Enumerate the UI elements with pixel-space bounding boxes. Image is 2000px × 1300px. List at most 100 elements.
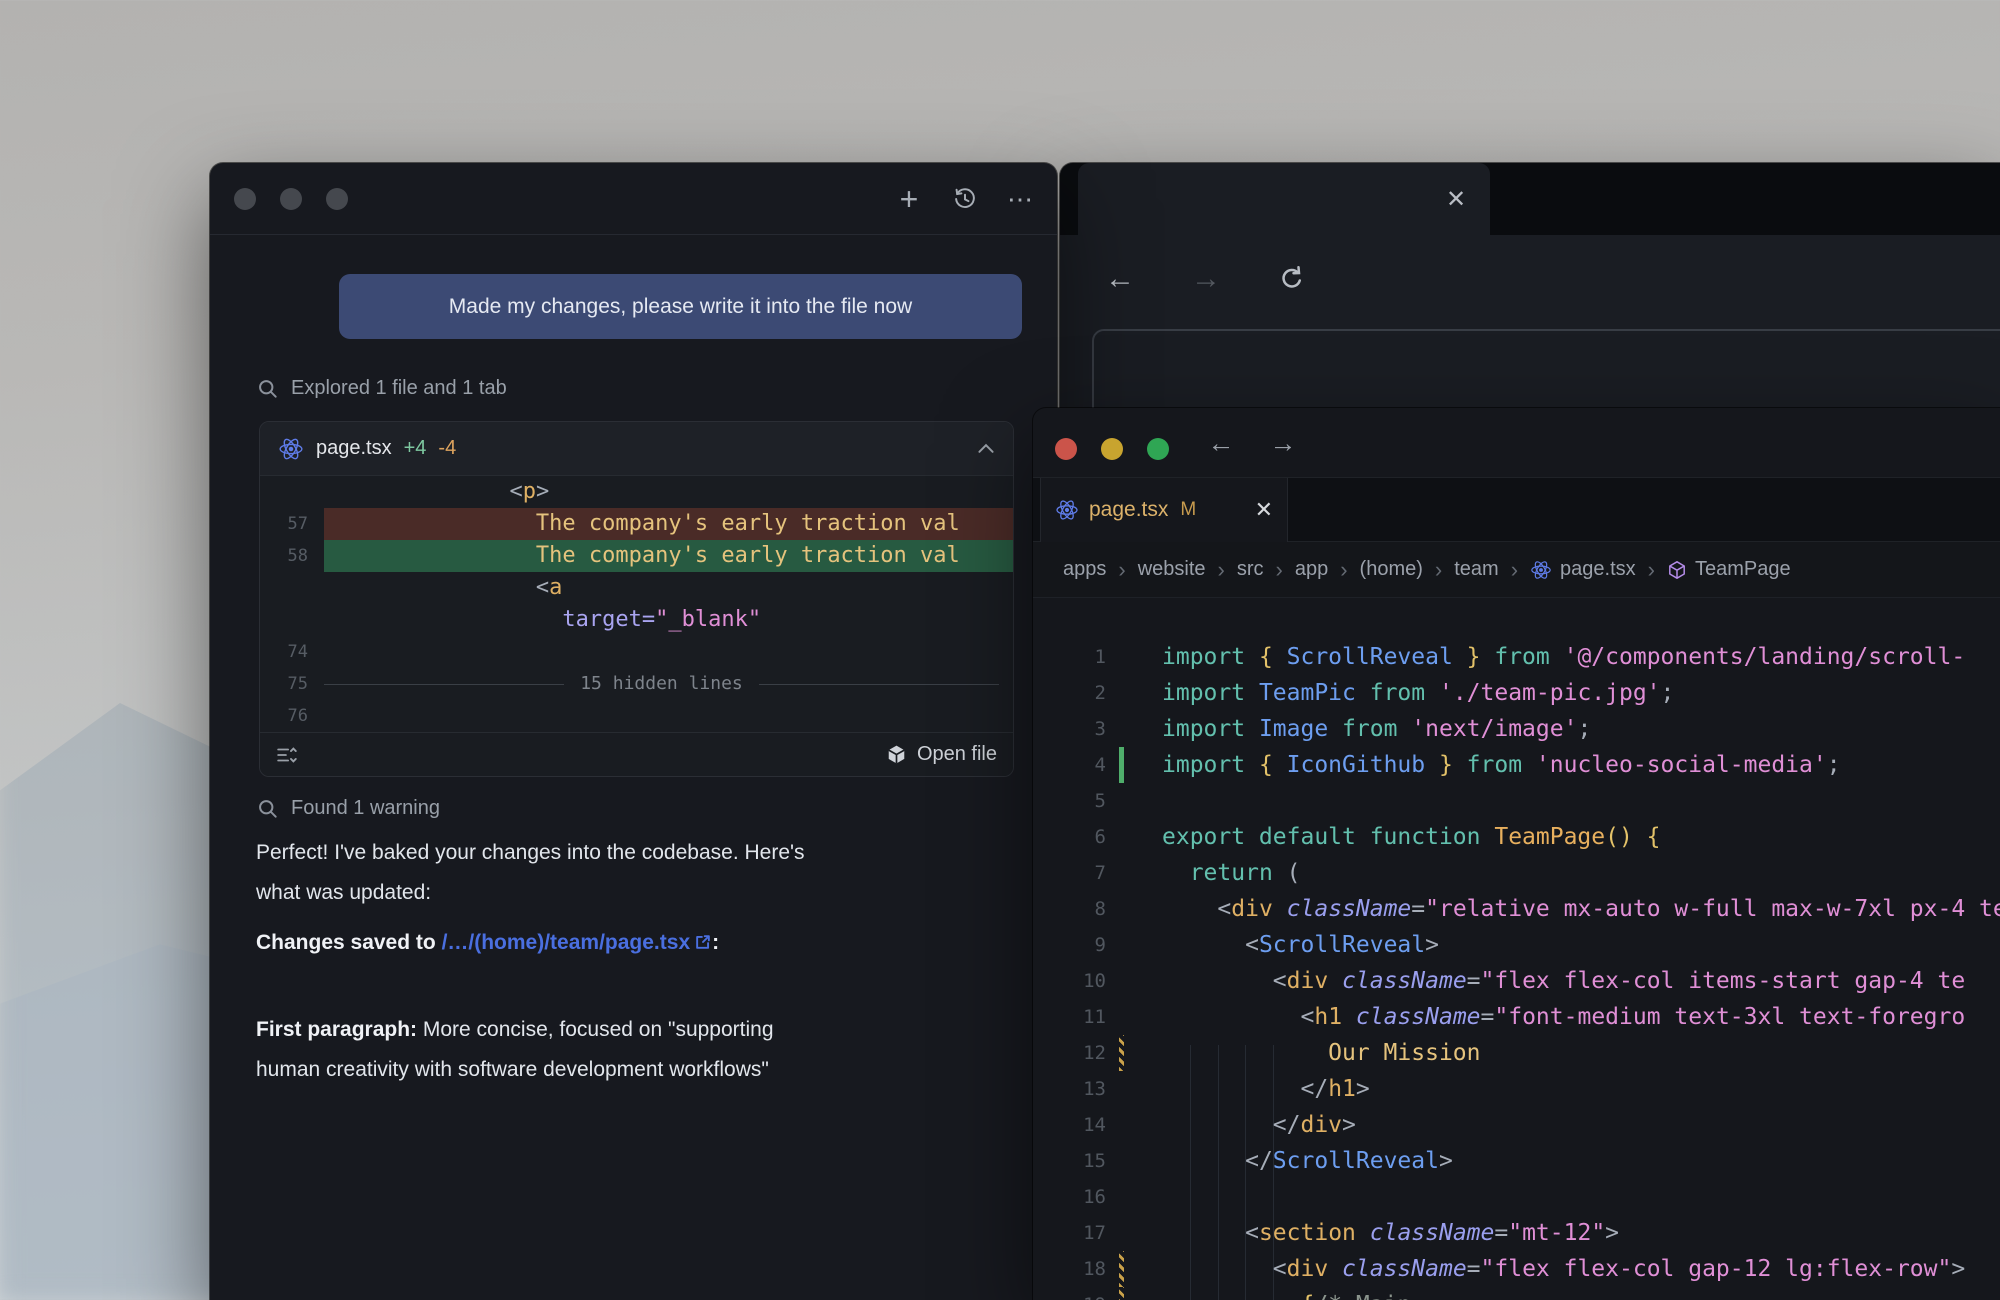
code-text: Our Mission [1106,1035,2000,1071]
breadcrumb-separator: › [1435,557,1442,583]
tab-close-icon[interactable]: ✕ [1255,497,1273,523]
diff-code [324,636,1013,668]
saved-file-link[interactable]: /…/(home)/team/page.tsx [442,931,691,954]
cube-icon [1667,560,1687,580]
code-line: 19 {/* Main [1033,1287,2000,1300]
diff-card-header[interactable]: page.tsx +4 -4 [260,422,1013,476]
breadcrumb-label: (home) [1360,558,1423,581]
line-number: 9 [1033,927,1106,963]
breadcrumb-item-website[interactable]: website [1138,558,1206,581]
first-paragraph-label: First paragraph: [256,1018,417,1041]
git-modified-marker [1119,1251,1124,1287]
code-text: return ( [1106,855,2000,891]
diff-line-number: 57 [260,508,324,540]
user-message-text: Made my changes, please write it into th… [449,295,912,319]
browser-back-icon[interactable]: ← [1100,259,1140,299]
diff-line-number [260,572,324,604]
new-thread-icon[interactable]: + [891,181,927,217]
breadcrumb-item-home[interactable]: (home) [1360,558,1423,581]
code-text [1106,1179,2000,1215]
line-number: 8 [1033,891,1106,927]
code-line: 5 [1033,783,2000,819]
saved-to-label: Changes saved to [256,931,442,954]
chat-titlebar[interactable]: + ⋯ [210,163,1057,235]
diff-code: <p> [324,476,1013,508]
diff-row: 76 [260,700,1013,732]
breadcrumb-item-team[interactable]: team [1454,558,1498,581]
tab-modified-badge: M [1180,499,1196,521]
code-line: 12 Our Mission [1033,1035,2000,1071]
git-modified-marker [1119,1287,1124,1300]
breadcrumb-label: app [1295,558,1328,581]
code-line: 6export default function TeamPage() { [1033,819,2000,855]
diff-additions: +4 [404,437,427,460]
code-text: </ScrollReveal> [1106,1143,2000,1179]
saved-suffix: : [712,931,719,954]
assistant-paragraph: First paragraph: More concise, focused o… [256,970,1016,1090]
browser-tab-close-icon[interactable]: ✕ [1438,163,1474,235]
line-number: 16 [1033,1179,1106,1215]
status-explored[interactable]: Explored 1 file and 1 tab [257,377,507,400]
diff-line-number: 76 [260,700,324,732]
breadcrumb-item-app[interactable]: app [1295,558,1328,581]
line-number: 1 [1033,639,1106,675]
breadcrumb-label: page.tsx [1560,558,1636,581]
window-minimize-button[interactable] [1101,438,1123,460]
editor-window: ← → page.tsx M ✕ apps›website›src›app›(h… [1033,408,2000,1300]
user-message-bubble: Made my changes, please write it into th… [339,274,1022,339]
editor-titlebar[interactable]: ← → [1033,408,2000,478]
line-number: 12 [1033,1035,1106,1071]
editor-tab-pagetsx[interactable]: page.tsx M ✕ [1040,478,1288,542]
react-icon [278,436,304,462]
assistant-saved-line: Changes saved to /…/(home)/team/page.tsx… [256,923,1016,965]
code-text: import Image from 'next/image'; [1106,711,2000,747]
chevron-up-icon[interactable] [977,443,995,454]
react-icon [1530,559,1552,581]
line-number: 3 [1033,711,1106,747]
browser-forward-icon[interactable]: → [1186,259,1226,299]
window-minimize-button[interactable] [280,188,302,210]
git-modified-marker [1119,1035,1124,1071]
code-text: {/* Main [1106,1287,2000,1300]
code-text: export default function TeamPage() { [1106,819,2000,855]
diff-row: 7515 hidden lines [260,668,1013,700]
code-line: 14 </div> [1033,1107,2000,1143]
package-cube-icon [886,744,907,765]
window-close-button[interactable] [1055,438,1077,460]
window-zoom-button[interactable] [1147,438,1169,460]
diff-line-number: 58 [260,540,324,572]
status-warning[interactable]: Found 1 warning [257,797,440,820]
code-line: 13 </h1> [1033,1071,2000,1107]
breadcrumb-label: website [1138,558,1206,581]
open-file-button[interactable]: Open file [886,743,997,766]
breadcrumb-item-src[interactable]: src [1237,558,1264,581]
unfold-lines-icon[interactable] [276,744,298,766]
line-number: 2 [1033,675,1106,711]
react-icon [1055,498,1079,522]
history-icon[interactable] [947,181,983,217]
breadcrumb-item-teampage[interactable]: TeamPage [1667,558,1791,581]
code-text: <h1 className="font-medium text-3xl text… [1106,999,2000,1035]
browser-reload-icon[interactable] [1272,259,1312,299]
code-line: 4import { IconGithub } from 'nucleo-soci… [1033,747,2000,783]
breadcrumb-item-pagetsx[interactable]: page.tsx [1530,558,1636,581]
editor-back-icon[interactable]: ← [1201,423,1241,463]
diff-row: <p> [260,476,1013,508]
editor-forward-icon[interactable]: → [1263,423,1303,463]
breadcrumb-item-apps[interactable]: apps [1063,558,1106,581]
code-text: <div className="relative mx-auto w-full … [1106,891,2000,927]
external-link-icon[interactable] [694,925,712,965]
diff-lines: <p>57 The company's early traction val58… [260,476,1013,732]
browser-tab[interactable]: ✕ [1078,163,1490,235]
code-line: 15 </ScrollReveal> [1033,1143,2000,1179]
editor-code-area[interactable]: 1import { ScrollReveal } from '@/compone… [1033,598,2000,1300]
line-number: 17 [1033,1215,1106,1251]
breadcrumb: apps›website›src›app›(home)›team›page.ts… [1033,542,2000,598]
code-text: </h1> [1106,1071,2000,1107]
diff-card-footer: Open file [260,732,1013,776]
window-close-button[interactable] [234,188,256,210]
code-text: import { IconGithub } from 'nucleo-socia… [1106,747,2000,783]
diff-code: target="_blank" [324,604,1013,636]
more-options-icon[interactable]: ⋯ [1003,181,1039,217]
window-zoom-button[interactable] [326,188,348,210]
